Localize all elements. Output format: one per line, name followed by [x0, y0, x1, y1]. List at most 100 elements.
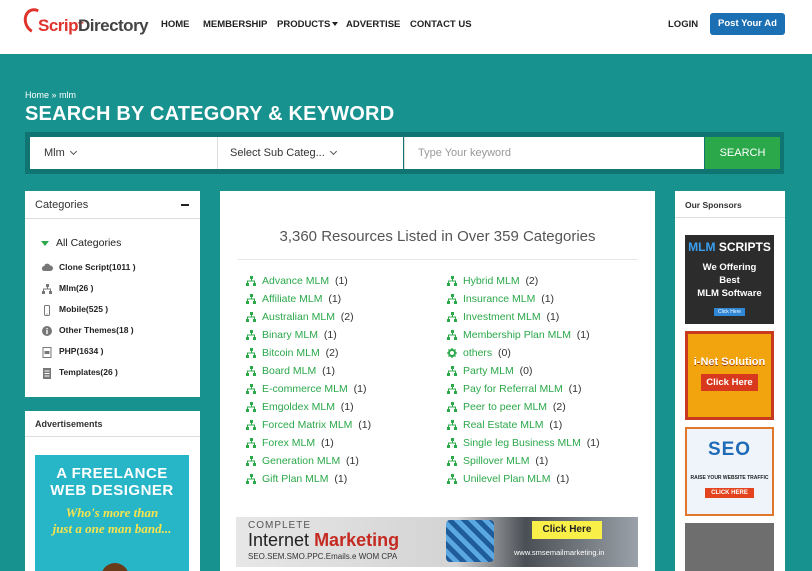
sitemap-icon [246, 276, 256, 287]
category-select[interactable]: Mlm [30, 137, 217, 169]
sponsors-panel: Our Sponsors MLM SCRIPTS We Offering Best… [675, 191, 785, 571]
category-link-advance-mlm[interactable]: Advance MLM (1) [246, 275, 348, 287]
sponsor1-scripts: SCRIPTS [718, 240, 771, 254]
category-link-hybrid-mlm[interactable]: Hybrid MLM (2) [447, 275, 538, 287]
ad-line-3: Who's more than [65, 505, 159, 520]
category-link-investment-mlm[interactable]: Investment MLM (1) [447, 311, 559, 323]
category-link-others[interactable]: others (0) [447, 347, 511, 359]
sponsor-seo[interactable]: SEO RAISE YOUR WEBSITE TRAFFIC CLICK HER… [685, 427, 774, 516]
keyword-input[interactable] [404, 137, 704, 169]
mobile-icon [42, 304, 52, 316]
sidebar-item-clone-script[interactable]: Clone Script(1011 ) [41, 262, 136, 273]
category-link-real-estate-mlm[interactable]: Real Estate MLM (1) [447, 419, 562, 431]
sponsor3-subtitle: RAISE YOUR WEBSITE TRAFFIC [690, 475, 769, 481]
site-logo[interactable]: Script Directory [20, 5, 149, 42]
banner-click-here-button[interactable]: Click Here [532, 521, 602, 539]
category-link-insurance-mlm[interactable]: Insurance MLM (1) [447, 293, 554, 305]
category-link-generation-mlm[interactable]: Generation MLM (1) [246, 455, 359, 467]
category-link-membership-plan-mlm[interactable]: Membership Plan MLM (1) [447, 329, 590, 341]
sidebar-item-php[interactable]: PHP(1634 ) [42, 346, 104, 358]
chevron-down-icon [69, 147, 77, 156]
post-ad-button[interactable]: Post Your Ad [710, 13, 785, 35]
category-link-affiliate-mlm[interactable]: Affiliate MLM (1) [246, 293, 341, 305]
nav-contact[interactable]: CONTACT US [410, 19, 472, 30]
sidebar-item-mobile[interactable]: Mobile(525 ) [42, 304, 109, 316]
sidebar-item-templates[interactable]: Templates(26 ) [42, 367, 118, 379]
cartoon-face-icon [101, 563, 129, 571]
banner-services: SEO.SEM.SMO.PPC.Emails.e WOM CPA [248, 552, 398, 561]
sidebar-item-label: Other Themes(18 ) [59, 325, 134, 335]
chevron-down-icon [329, 147, 337, 156]
ad-line-1: A FREELANCE [56, 465, 168, 482]
category-link-single-leg-business-mlm[interactable]: Single leg Business MLM (1) [447, 437, 600, 449]
category-link-label: Australian MLM [262, 311, 335, 323]
sponsor2-click-button[interactable]: Click Here [701, 374, 758, 391]
category-link-label: Hybrid MLM [463, 275, 520, 287]
category-link-forex-mlm[interactable]: Forex MLM (1) [246, 437, 334, 449]
sponsor1-click-button[interactable]: Click Here [713, 308, 746, 316]
category-link-bitcoin-mlm[interactable]: Bitcoin MLM (2) [246, 347, 338, 359]
cloud-icon [41, 263, 54, 273]
category-link-spillover-mlm[interactable]: Spillover MLM (1) [447, 455, 548, 467]
category-link-party-mlm[interactable]: Party MLM (0) [447, 365, 532, 377]
category-link-label: Generation MLM [262, 455, 341, 467]
collapse-minus-icon[interactable] [181, 204, 189, 206]
category-link-label: Spillover MLM [463, 455, 530, 467]
category-link-unilevel-plan-mlm[interactable]: Unilevel Plan MLM (1) [447, 473, 569, 485]
sponsor-placeholder[interactable] [685, 523, 774, 571]
nav-membership[interactable]: MEMBERSHIP [203, 19, 267, 30]
category-count: (1) [334, 275, 348, 287]
category-link-australian-mlm[interactable]: Australian MLM (2) [246, 311, 354, 323]
ad-line-2: WEB DESIGNER [50, 482, 174, 499]
category-count: (2) [552, 401, 566, 413]
sponsor3-title: SEO [707, 439, 752, 460]
sidebar-item-label: PHP(1634 ) [59, 346, 104, 356]
advertisements-title: Advertisements [25, 411, 200, 437]
nav-products[interactable]: PRODUCTS [277, 19, 339, 30]
sidebar-item-label: Clone Script(1011 ) [59, 262, 136, 272]
nav-home[interactable]: HOME [161, 19, 190, 30]
sponsor-inet-solution[interactable]: i-Net Solution Click Here [685, 331, 774, 420]
breadcrumb-current: mlm [59, 90, 77, 100]
sponsor-mlm-scripts[interactable]: MLM SCRIPTS We Offering Best MLM Software … [685, 235, 774, 324]
sponsor3-click-button[interactable]: CLICK HERE [705, 488, 754, 498]
freelance-ad-banner[interactable]: A FREELANCE WEB DESIGNER Who's more than j… [35, 455, 189, 571]
category-count: (1) [358, 419, 372, 431]
sitemap-icon [246, 438, 256, 449]
category-link-pay-for-referral-mlm[interactable]: Pay for Referral MLM (1) [447, 383, 581, 395]
nav-advertise[interactable]: ADVERTISE [346, 19, 400, 30]
site-header: Script Directory HOME MEMBERSHIP PRODUCT… [0, 0, 812, 54]
category-count: (1) [576, 329, 590, 341]
subcategory-select[interactable]: Select Sub Categ... [217, 137, 403, 169]
sidebar-item-other-themes[interactable]: Other Themes(18 ) [42, 325, 134, 336]
php-icon [42, 346, 52, 358]
logo-directory-text: Directory [78, 16, 149, 35]
category-link-board-mlm[interactable]: Board MLM (1) [246, 365, 335, 377]
category-link-label: Binary MLM [262, 329, 319, 341]
category-link-emgoldex-mlm[interactable]: Emgoldex MLM (1) [246, 401, 354, 413]
sitemap-icon [447, 438, 457, 449]
category-link-forced-matrix-mlm[interactable]: Forced Matrix MLM (1) [246, 419, 371, 431]
sitemap-icon [246, 420, 256, 431]
nav-login[interactable]: LOGIN [668, 19, 698, 30]
search-button[interactable]: SEARCH [705, 137, 780, 169]
categories-header[interactable]: Categories [25, 191, 200, 219]
internet-marketing-banner[interactable]: COMPLETE Internet Marketing SEO.SEM.SMO.… [236, 517, 638, 567]
resource-listing-panel: 3,360 Resources Listed in Over 359 Categ… [220, 191, 655, 571]
category-count: (1) [322, 365, 335, 377]
category-count: (2) [525, 275, 539, 287]
sponsor2-title: i-Net Solution [693, 356, 766, 368]
all-categories[interactable]: All Categories [41, 237, 121, 249]
category-link-e-commerce-mlm[interactable]: E-commerce MLM (1) [246, 383, 366, 395]
resource-summary: 3,360 Resources Listed in Over 359 Categ… [279, 228, 596, 245]
category-link-label: Investment MLM [463, 311, 541, 323]
sponsor1-line3: MLM Software [697, 288, 762, 299]
breadcrumb-home[interactable]: Home [25, 90, 49, 100]
category-link-peer-to-peer-mlm[interactable]: Peer to peer MLM (2) [447, 401, 566, 413]
sidebar-item-label: Mobile(525 ) [59, 304, 109, 314]
sidebar-item-mlm[interactable]: Mlm(26 ) [42, 283, 93, 294]
sitemap-icon [246, 384, 256, 395]
category-link-binary-mlm[interactable]: Binary MLM (1) [246, 329, 337, 341]
category-link-gift-plan-mlm[interactable]: Gift Plan MLM (1) [246, 473, 347, 485]
divider [238, 259, 638, 260]
